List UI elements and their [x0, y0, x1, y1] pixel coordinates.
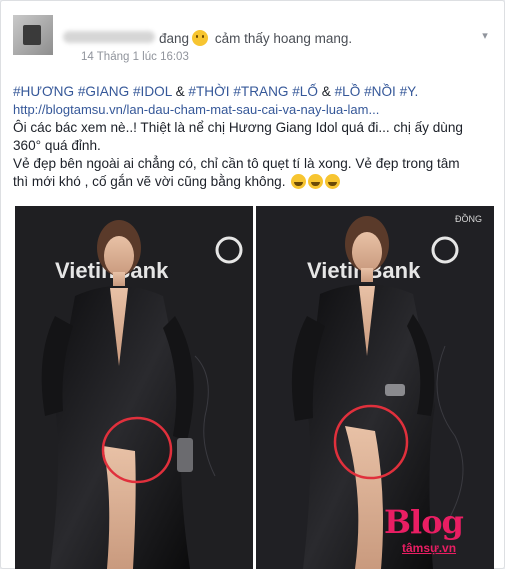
- ampersand: &: [175, 84, 185, 99]
- post-text-line: Ôi các bác xem nè..! Thiệt là nể chị Hươ…: [13, 120, 463, 135]
- hashtag[interactable]: #HƯƠNG: [13, 84, 74, 99]
- grinning-face-icon: [325, 174, 341, 189]
- post-text-line: thì mới khó , cố gắn vẽ vời cũng bằng kh…: [13, 173, 495, 191]
- blog-watermark-logo: Blog tâmsự.vn: [384, 505, 484, 561]
- post-text-line: Vẻ đẹp bên ngoài ai chẳng có, chỉ cần tô…: [13, 156, 460, 171]
- watermark-main: Blog: [384, 503, 464, 541]
- hashtag[interactable]: #LỒ: [335, 84, 361, 99]
- watermark-sub: tâmsự.vn: [402, 541, 457, 555]
- post-text-line: 360° quá đỉnh.: [13, 138, 101, 153]
- hashtag[interactable]: #NỒI: [364, 84, 396, 99]
- hashtag[interactable]: #IDOL: [133, 84, 172, 99]
- sponsor-label: ĐỒNG: [455, 213, 482, 224]
- feeling-text: cảm thấy hoang mang.: [214, 31, 353, 46]
- feeling-status: đang cảm thấy hoang mang.: [159, 30, 352, 46]
- post-link[interactable]: http://blogtamsu.vn/lan-dau-cham-mat-sau…: [13, 101, 495, 119]
- blurred-author-name[interactable]: [63, 31, 155, 43]
- grinning-face-icon: [291, 174, 307, 189]
- post-body: #HƯƠNG #GIANG #IDOL & #THỜI #TRANG #LỐ &…: [13, 83, 495, 191]
- hashtag-line: #HƯƠNG #GIANG #IDOL & #THỜI #TRANG #LỐ &…: [13, 83, 495, 101]
- chevron-down-icon[interactable]: ▾: [478, 29, 492, 43]
- ampersand: &: [321, 84, 331, 99]
- avatar[interactable]: [13, 15, 53, 55]
- grinning-face-icon: [308, 174, 324, 189]
- confused-face-icon: [192, 30, 209, 46]
- feeling-prefix: đang: [159, 31, 190, 46]
- post-header: đang cảm thấy hoang mang. 14 Tháng 1 lúc…: [13, 15, 492, 63]
- post-text-line: Vẻ đẹp bên ngoài ai chẳng có, chỉ cần tô…: [13, 155, 495, 173]
- facebook-post-card: đang cảm thấy hoang mang. 14 Tháng 1 lúc…: [0, 0, 505, 569]
- grinning-emoji-row: [289, 174, 341, 189]
- post-timestamp[interactable]: 14 Tháng 1 lúc 16:03: [79, 51, 191, 63]
- post-text-line: thì mới khó , cố gắn vẽ vời cũng bằng kh…: [13, 174, 286, 189]
- hashtag[interactable]: #LỐ: [292, 84, 318, 99]
- hashtag[interactable]: #Y.: [400, 84, 419, 99]
- photo-divider: [253, 206, 256, 569]
- avatar-silhouette: [23, 25, 41, 45]
- hashtag[interactable]: #TRANG: [233, 84, 288, 99]
- post-photo[interactable]: VietinBank VietinBank ĐỒNG: [15, 206, 494, 569]
- hashtag[interactable]: #THỜI: [188, 84, 229, 99]
- hashtag[interactable]: #GIANG: [78, 84, 129, 99]
